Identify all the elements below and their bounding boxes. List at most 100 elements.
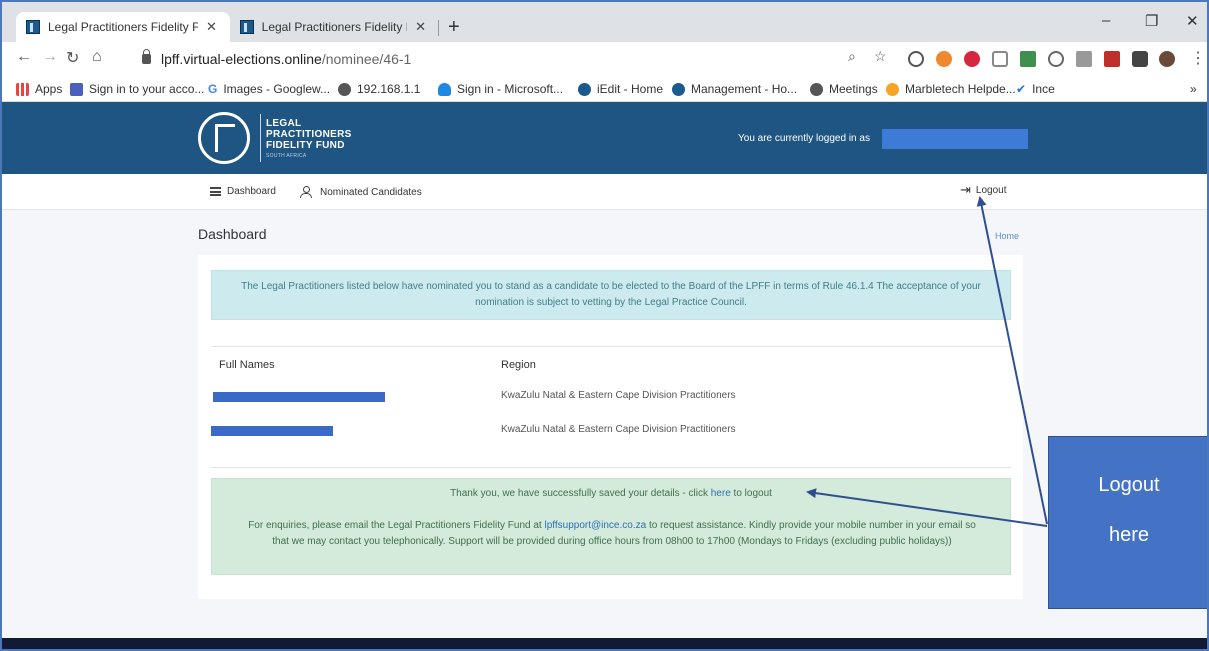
success-text: Thank you, we have successfully saved yo… xyxy=(450,488,711,499)
bookmark-label: Sign in - Microsoft... xyxy=(457,82,564,96)
bookmarks-overflow-button[interactable]: » xyxy=(1190,82,1197,96)
tab-close-icon[interactable]: ✕ xyxy=(415,19,426,35)
bookmark-label: 192.168.1.1 xyxy=(357,82,421,96)
lock-icon xyxy=(142,49,151,64)
breadcrumb-home[interactable]: Home xyxy=(995,231,1019,241)
forward-arrow-icon[interactable]: → xyxy=(42,48,58,66)
url-host: lpff.virtual-elections.online xyxy=(161,51,322,67)
extension-icon[interactable] xyxy=(936,51,952,67)
menu-label: Logout xyxy=(975,184,1007,196)
restore-button[interactable]: ❐ xyxy=(1145,12,1158,30)
table-cell-region: KwaZulu Natal & Eastern Cape Division Pr… xyxy=(501,390,736,401)
extension-icon[interactable] xyxy=(908,51,924,67)
extension-icon[interactable] xyxy=(1020,51,1036,67)
success-alert: Thank you, we have successfully saved yo… xyxy=(211,478,1011,575)
puzzle-icon[interactable] xyxy=(1132,51,1148,67)
success-text: to logout xyxy=(730,488,772,499)
logged-in-label: You are currently logged in as xyxy=(738,133,870,144)
column-header-region: Region xyxy=(501,359,536,371)
new-tab-button[interactable]: + xyxy=(448,16,460,39)
bookmark-item[interactable]: Sign in to your acco... xyxy=(70,82,204,96)
bookmark-apps[interactable]: Apps xyxy=(16,82,62,96)
bookmark-label: Sign in to your acco... xyxy=(89,82,205,96)
window-close-button[interactable]: ✕ xyxy=(1186,12,1199,30)
site-footer xyxy=(2,638,1207,649)
bookmark-item[interactable]: Meetings xyxy=(810,82,878,96)
address-bar[interactable]: lpff.virtual-elections.online /nominee/4… xyxy=(142,47,892,71)
profile-avatar[interactable] xyxy=(1159,51,1175,67)
bookmark-item[interactable]: Sign in - Microsoft... xyxy=(438,82,563,96)
bookmark-star-icon[interactable]: ☆ xyxy=(874,48,887,65)
bookmark-label: Management - Ho... xyxy=(691,82,798,96)
iedit-icon xyxy=(578,82,591,96)
bookmark-label: Apps xyxy=(35,82,63,96)
globe-icon xyxy=(810,82,823,96)
logout-here-link[interactable]: here xyxy=(711,488,731,499)
tab-close-icon[interactable]: ✕ xyxy=(206,19,217,35)
logo-subtitle: SOUTH AFRICA xyxy=(266,153,307,159)
bookmark-label: Marbletech Helpde... xyxy=(905,82,1016,96)
bookmark-item[interactable]: ✔ Ince xyxy=(1016,82,1055,96)
pinterest-icon[interactable] xyxy=(964,51,980,67)
bookmark-item[interactable]: G Images - Googlew... xyxy=(208,82,330,96)
logo-text: LEGAL PRACTITIONERS FIDELITY FUND SOUTH … xyxy=(266,118,352,162)
globe-icon xyxy=(338,82,351,96)
redacted-name xyxy=(211,426,333,436)
extension-icon[interactable] xyxy=(992,51,1008,67)
tab-2[interactable]: Legal Practitioners Fidelity Fund | ✕ xyxy=(230,12,436,42)
tab-1[interactable]: Legal Practitioners Fidelity Fund | ✕ xyxy=(16,12,230,42)
zoom-icon[interactable]: ⌕ xyxy=(848,48,856,65)
url-path: /nominee/46-1 xyxy=(321,51,412,67)
logout-icon: ⇥ xyxy=(960,182,971,197)
google-icon: G xyxy=(208,81,218,96)
page-title: Dashboard xyxy=(198,226,267,242)
redacted-username xyxy=(882,129,1028,149)
extension-icon[interactable] xyxy=(1076,51,1092,67)
annotation-callout: Logout here xyxy=(1048,436,1207,609)
minimize-button[interactable]: – xyxy=(1102,12,1110,29)
menu-label: Dashboard xyxy=(227,186,276,197)
nominators-table: Full Names Region KwaZulu Natal & Easter… xyxy=(211,346,1011,468)
bookmark-item[interactable]: 192.168.1.1 xyxy=(338,82,420,96)
tab-title: Legal Practitioners Fidelity Fund | xyxy=(261,20,407,34)
logo-line: LEGAL xyxy=(266,118,302,129)
support-email-link[interactable]: lpffsupport@ince.co.za xyxy=(544,520,646,531)
pdf-extension-icon[interactable] xyxy=(1104,51,1120,67)
menu-nominated-candidates[interactable]: Nominated Candidates xyxy=(300,186,422,198)
redacted-name xyxy=(213,392,385,402)
teams-icon xyxy=(70,82,83,96)
bookmark-label: Meetings xyxy=(829,82,878,96)
apps-grid-icon xyxy=(16,82,29,96)
extension-icon[interactable] xyxy=(1048,51,1064,67)
marbletech-icon xyxy=(886,82,899,96)
enquiry-text: For enquiries, please email the Legal Pr… xyxy=(248,520,545,531)
logo-line: FIDELITY FUND xyxy=(266,140,345,151)
back-arrow-icon[interactable]: ← xyxy=(16,48,32,66)
menu-dashboard[interactable]: Dashboard xyxy=(210,186,276,197)
home-icon[interactable]: ⌂ xyxy=(92,48,102,66)
bookmark-item[interactable]: Management - Ho... xyxy=(672,82,797,96)
bookmark-label: iEdit - Home xyxy=(597,82,664,96)
table-cell-region: KwaZulu Natal & Eastern Cape Division Pr… xyxy=(501,424,736,435)
bookmark-item[interactable]: iEdit - Home xyxy=(578,82,663,96)
success-message: Thank you, we have successfully saved yo… xyxy=(212,486,1010,502)
browser-menu-icon[interactable]: ⋮ xyxy=(1190,48,1206,68)
list-icon xyxy=(210,187,221,196)
logout-link[interactable]: ⇥ Logout xyxy=(960,182,1007,198)
main-menu: Dashboard Nominated Candidates ⇥ Logout xyxy=(2,174,1207,210)
bookmark-item[interactable]: Marbletech Helpde... xyxy=(886,82,1016,96)
management-icon xyxy=(672,82,685,96)
callout-line: Logout xyxy=(1098,474,1160,496)
tab-strip: Legal Practitioners Fidelity Fund | ✕ Le… xyxy=(2,2,1207,42)
callout-line: here xyxy=(1108,524,1150,546)
lpff-favicon-icon xyxy=(26,20,40,34)
reload-icon[interactable]: ↻ xyxy=(66,48,79,68)
tab-divider xyxy=(438,20,439,36)
navigation-bar: ← → ↻ ⌂ lpff.virtual-elections.online /n… xyxy=(2,42,1207,76)
user-icon xyxy=(300,186,312,198)
lpff-logo-icon xyxy=(198,112,250,164)
logo-divider xyxy=(260,114,261,162)
tab-title: Legal Practitioners Fidelity Fund | xyxy=(48,20,198,34)
column-header-full-names: Full Names xyxy=(219,359,275,371)
enquiry-message: For enquiries, please email the Legal Pr… xyxy=(242,518,982,550)
